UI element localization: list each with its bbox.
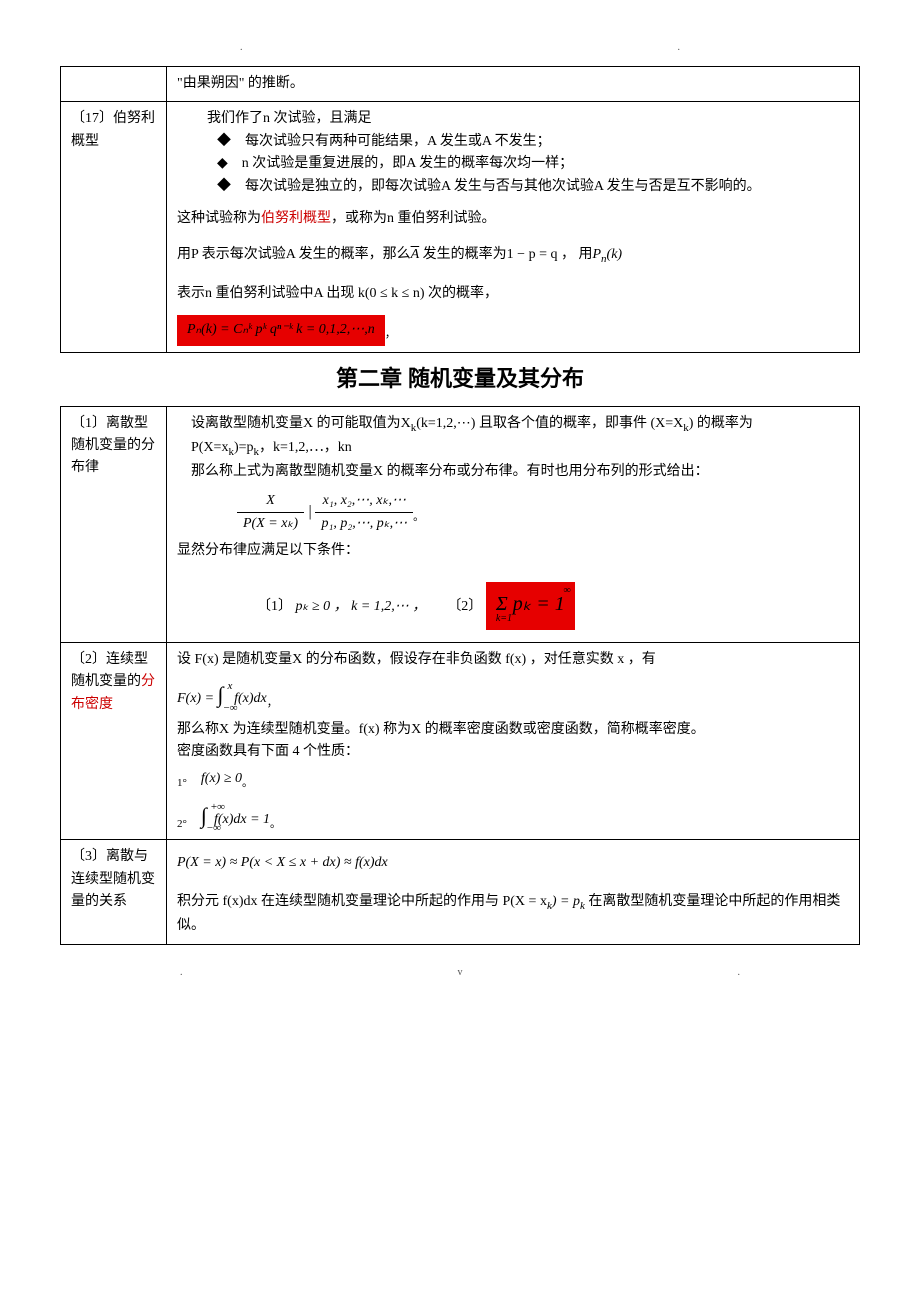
formula: F(x) = ∫x−∞ f(x)dx，	[177, 677, 849, 712]
text-line: 这种试验称为伯努利概型，或称为n 重伯努利试验。	[177, 208, 849, 230]
table-1: "由果朔因" 的推断。 〔17〕伯努利概型 我们作了n 次试验，且满足 每次试验…	[60, 66, 860, 353]
row-content: P(X = x) ≈ P(x < X ≤ x + dx) ≈ f(x)dx 积分…	[167, 840, 860, 944]
text-line: 积分元 f(x)dx 在连续型随机变量理论中所起的作用与 P(X = xk) =…	[177, 891, 849, 938]
row-content: 设 F(x) 是随机变量X 的分布函数，假设存在非负函数 f(x) ，对任意实数…	[167, 643, 860, 840]
text-line: 显然分布律应满足以下条件：	[177, 540, 849, 562]
bullet-item: n 次试验是重复进展的，即A 发生的概率每次均一样；	[217, 153, 849, 175]
chapter-title: 第二章 随机变量及其分布	[60, 361, 860, 396]
table-row: "由果朔因" 的推断。	[61, 67, 860, 102]
text-line: 密度函数具有下面 4 个性质：	[177, 741, 849, 763]
formula-highlight: Pₙ(k) = Cₙᵏ pᵏ qⁿ⁻ᵏ k = 0,1,2,⋯,n，	[177, 315, 849, 345]
text-line: 用P 表示每次试验A 发生的概率，那么A 发生的概率为1 − p = q ， 用…	[177, 244, 849, 268]
row-label	[61, 67, 167, 102]
property-1: 1° f(x) ≥ 0。	[177, 768, 849, 792]
row-content: 设离散型随机变量X 的可能取值为Xk(k=1,2,⋯) 且取各个值的概率，即事件…	[167, 406, 860, 642]
table-2: 〔1〕离散型随机变量的分布律 设离散型随机变量X 的可能取值为Xk(k=1,2,…	[60, 406, 860, 945]
distribution-table: X P(X = xₖ) | x₁, x₂,⋯, xₖ,⋯ p₁, p₂,⋯, p…	[237, 490, 849, 536]
property-2: 2° ∫+∞−∞ f(x)dx = 1。	[177, 798, 849, 833]
text-line: 那么称上式为离散型随机变量X 的概率分布或分布律。有时也用分布列的形式给出：	[177, 461, 849, 483]
bullet-item: 每次试验只有两种可能结果，A 发生或A 不发生；	[217, 131, 849, 153]
red-term: 伯努利概型	[261, 211, 331, 226]
row-label: 〔3〕离散与连续型随机变量的关系	[61, 840, 167, 944]
page-header-dots: . .	[60, 40, 860, 56]
bullet-item: 每次试验是独立的，即每次试验A 发生与否与其他次试验A 发生与否是互不影响的。	[217, 176, 849, 198]
table-row: 〔2〕连续型随机变量的分布密度 设 F(x) 是随机变量X 的分布函数，假设存在…	[61, 643, 860, 840]
text-line: 设离散型随机变量X 的可能取值为Xk(k=1,2,⋯) 且取各个值的概率，即事件…	[177, 413, 849, 437]
row-content: "由果朔因" 的推断。	[167, 67, 860, 102]
text-line: 那么称X 为连续型随机变量。f(x) 称为X 的概率密度函数或密度函数，简称概率…	[177, 719, 849, 741]
conditions: 〔1〕 pₖ ≥ 0 ， k = 1,2,⋯ ， 〔2〕 ∞ Σ pₖ = 1 …	[257, 582, 849, 630]
row-label: 〔2〕连续型随机变量的分布密度	[61, 643, 167, 840]
text-line: 表示n 重伯努利试验中A 出现 k(0 ≤ k ≤ n) 次的概率，	[177, 283, 849, 305]
table-row: 〔17〕伯努利概型 我们作了n 次试验，且满足 每次试验只有两种可能结果，A 发…	[61, 102, 860, 352]
a-bar: A	[411, 247, 420, 262]
sum-highlight: ∞ Σ pₖ = 1 k=1	[486, 582, 575, 630]
row-content: 我们作了n 次试验，且满足 每次试验只有两种可能结果，A 发生或A 不发生； n…	[167, 102, 860, 352]
text-line: 设 F(x) 是随机变量X 的分布函数，假设存在非负函数 f(x) ，对任意实数…	[177, 649, 849, 671]
page-footer: . v .	[60, 965, 860, 981]
row-label: 〔17〕伯努利概型	[61, 102, 167, 352]
table-row: 〔1〕离散型随机变量的分布律 设离散型随机变量X 的可能取值为Xk(k=1,2,…	[61, 406, 860, 642]
text-line: 我们作了n 次试验，且满足	[207, 108, 849, 130]
text-line: P(X=xk)=pk，k=1,2,⋯，kn	[177, 437, 849, 461]
formula: P(X = x) ≈ P(x < X ≤ x + dx) ≈ f(x)dx	[177, 852, 849, 874]
table-row: 〔3〕离散与连续型随机变量的关系 P(X = x) ≈ P(x < X ≤ x …	[61, 840, 860, 944]
row-label: 〔1〕离散型随机变量的分布律	[61, 406, 167, 642]
